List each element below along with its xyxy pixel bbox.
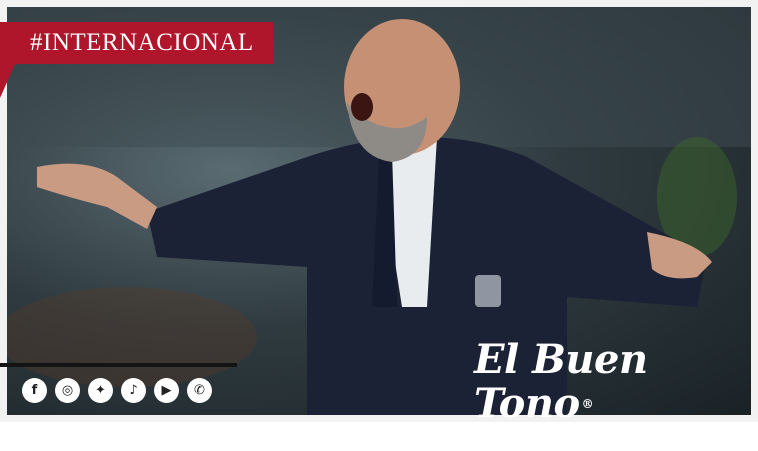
twitter-icon[interactable]: ✦ xyxy=(88,378,113,403)
social-links: f ◎ ✦ ♪ ▶ ✆ xyxy=(22,378,212,403)
category-tag[interactable]: #INTERNACIONAL xyxy=(0,22,273,64)
article-image-frame: #INTERNACIONAL f ◎ ✦ ♪ ▶ ✆ El Buen Tono ®… xyxy=(0,0,758,450)
instagram-icon[interactable]: ◎ xyxy=(55,378,80,403)
footer-divider xyxy=(0,363,237,367)
category-tag-fold xyxy=(0,64,15,98)
facebook-icon[interactable]: f xyxy=(22,378,47,403)
category-tag-label: #INTERNACIONAL xyxy=(30,29,254,56)
registered-mark: ® xyxy=(581,397,594,411)
brand-url: www.elbuentono.com.mx xyxy=(474,430,683,450)
brand-logo: El Buen Tono ® www.elbuentono.com.mx xyxy=(474,338,744,451)
whatsapp-icon[interactable]: ✆ xyxy=(187,378,212,403)
brand-name: El Buen Tono xyxy=(474,336,648,427)
tiktok-icon[interactable]: ♪ xyxy=(121,378,146,403)
youtube-icon[interactable]: ▶ xyxy=(154,378,179,403)
